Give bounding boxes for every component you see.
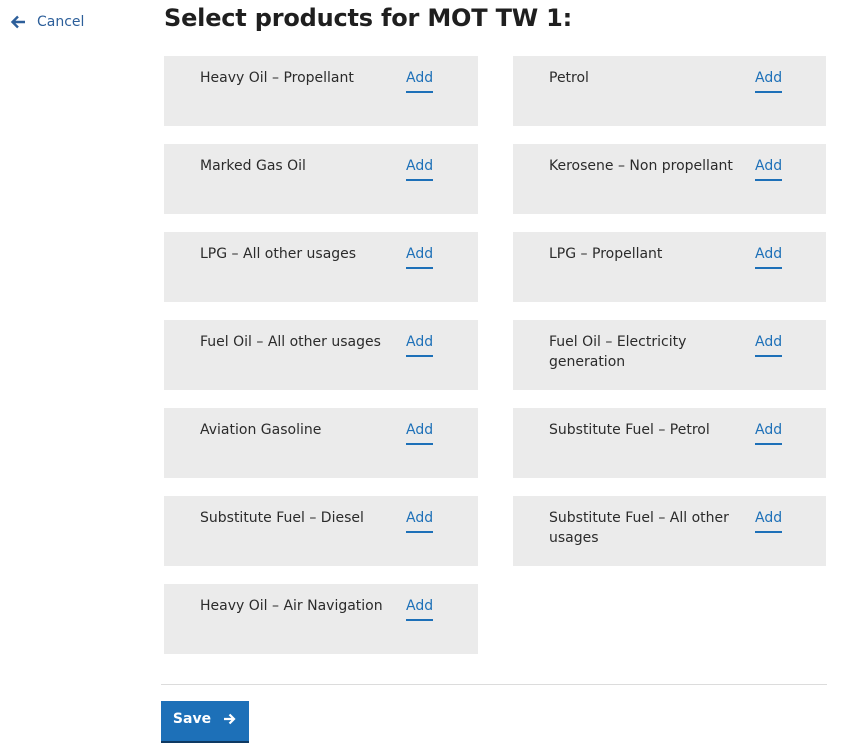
add-marked-gas-oil-link[interactable]: Add	[406, 156, 434, 181]
product-card-substitute-fuel-diesel: Substitute Fuel – Diesel Add	[164, 496, 478, 566]
product-card-substitute-fuel-petrol: Substitute Fuel – Petrol Add	[513, 408, 826, 478]
product-name: Heavy Oil – Air Navigation	[200, 598, 383, 614]
add-heavy-oil-propellant-link[interactable]: Add	[406, 68, 434, 93]
save-button[interactable]: Save	[161, 701, 249, 741]
cancel-link[interactable]: Cancel	[10, 12, 84, 32]
product-name: Aviation Gasoline	[200, 422, 322, 438]
product-name: Petrol	[549, 70, 589, 86]
page-title: Select products for MOT TW 1:	[164, 4, 573, 32]
product-card-petrol: Petrol Add	[513, 56, 826, 126]
product-name: Fuel Oil – Electricity generation	[549, 334, 687, 370]
product-name: Substitute Fuel – Petrol	[549, 422, 710, 438]
add-heavy-oil-air-navigation-link[interactable]: Add	[406, 596, 434, 621]
section-divider	[161, 684, 827, 685]
add-lpg-propellant-link[interactable]: Add	[755, 244, 783, 269]
product-name: Kerosene – Non propellant	[549, 158, 733, 174]
add-substitute-fuel-diesel-link[interactable]: Add	[406, 508, 434, 533]
arrow-right-icon	[223, 713, 237, 725]
product-name: Marked Gas Oil	[200, 158, 306, 174]
save-label: Save	[172, 711, 212, 727]
add-kerosene-non-propellant-link[interactable]: Add	[755, 156, 783, 181]
product-card-lpg-all-other-usages: LPG – All other usages Add	[164, 232, 478, 302]
product-card-fuel-oil-electricity-generation: Fuel Oil – Electricity generation Add	[513, 320, 826, 390]
cancel-label: Cancel	[37, 14, 85, 30]
product-name: LPG – Propellant	[549, 246, 663, 262]
add-fuel-oil-electricity-generation-link[interactable]: Add	[755, 332, 783, 357]
add-fuel-oil-all-other-usages-link[interactable]: Add	[406, 332, 434, 357]
product-card-heavy-oil-air-navigation: Heavy Oil – Air Navigation Add	[164, 584, 478, 654]
product-grid: Heavy Oil – Propellant Add Petrol Add Ma…	[164, 56, 826, 654]
product-card-heavy-oil-propellant: Heavy Oil – Propellant Add	[164, 56, 478, 126]
product-name: Heavy Oil – Propellant	[200, 70, 354, 86]
product-name: LPG – All other usages	[200, 246, 357, 262]
arrow-left-icon	[10, 15, 26, 29]
product-name: Fuel Oil – All other usages	[200, 334, 381, 350]
product-card-fuel-oil-all-other-usages: Fuel Oil – All other usages Add	[164, 320, 478, 390]
add-petrol-link[interactable]: Add	[755, 68, 783, 93]
product-card-aviation-gasoline: Aviation Gasoline Add	[164, 408, 478, 478]
product-name: Substitute Fuel – All other usages	[549, 510, 729, 546]
product-card-marked-gas-oil: Marked Gas Oil Add	[164, 144, 478, 214]
product-card-kerosene-non-propellant: Kerosene – Non propellant Add	[513, 144, 826, 214]
product-card-substitute-fuel-all-other-usages: Substitute Fuel – All other usages Add	[513, 496, 826, 566]
product-card-lpg-propellant: LPG – Propellant Add	[513, 232, 826, 302]
add-substitute-fuel-petrol-link[interactable]: Add	[755, 420, 783, 445]
add-substitute-fuel-all-other-usages-link[interactable]: Add	[755, 508, 783, 533]
add-aviation-gasoline-link[interactable]: Add	[406, 420, 434, 445]
add-lpg-all-other-usages-link[interactable]: Add	[406, 244, 434, 269]
product-name: Substitute Fuel – Diesel	[200, 510, 364, 526]
